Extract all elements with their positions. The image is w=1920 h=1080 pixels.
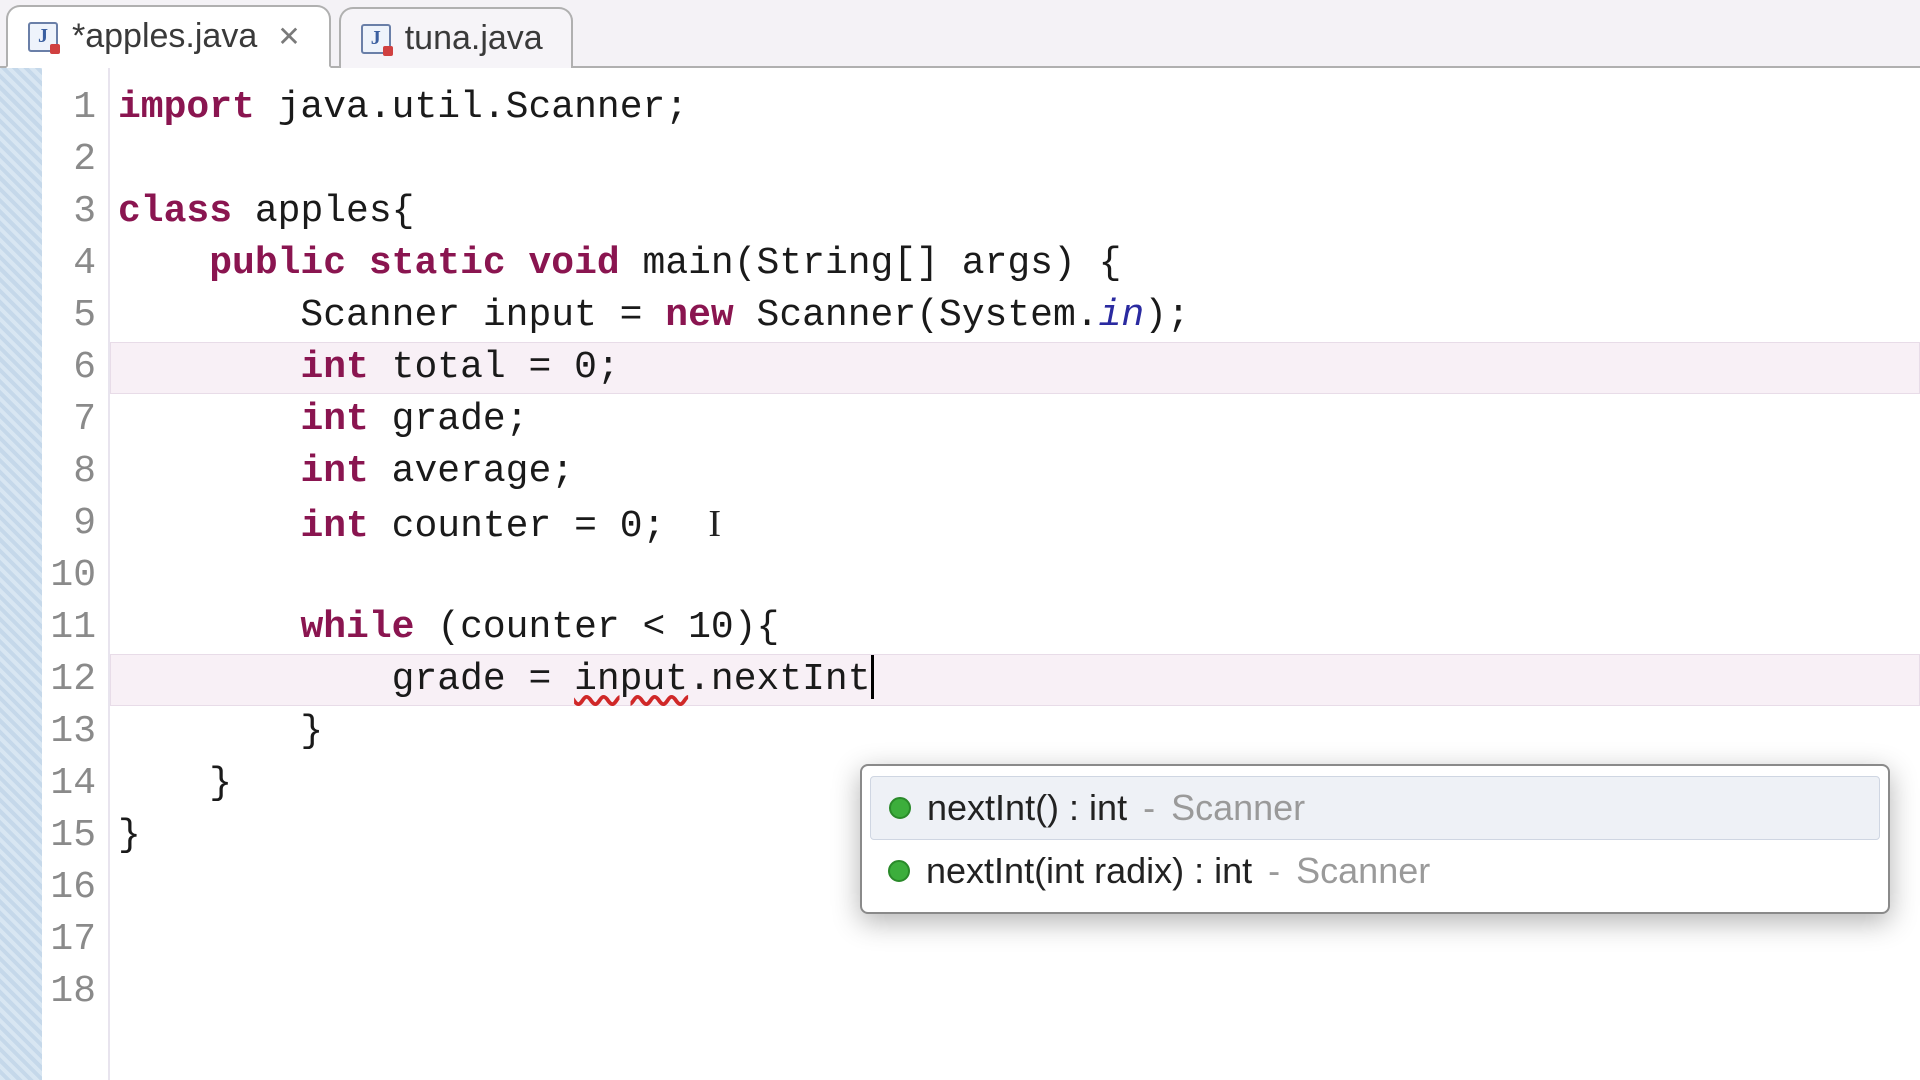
close-icon[interactable]: ✕ — [277, 20, 300, 53]
line-number: 1 — [0, 82, 108, 134]
line-number: 3 — [0, 186, 108, 238]
code-token — [118, 346, 300, 389]
method-public-icon — [888, 860, 910, 882]
line-number: 12 — [0, 654, 108, 706]
autocomplete-item[interactable]: nextInt() : int - Scanner — [870, 776, 1880, 840]
code-token: input — [574, 658, 688, 701]
line-gutter: 123456789101112131415161718 — [0, 68, 110, 1080]
line-number: 9 — [0, 498, 108, 550]
code-token: } — [118, 762, 232, 805]
line-number: 11 — [0, 602, 108, 654]
line-number: 4 — [0, 238, 108, 290]
code-token: grade; — [369, 398, 529, 441]
code-token: main(String[] args) { — [620, 242, 1122, 285]
code-line[interactable] — [110, 914, 1920, 966]
autocomplete-item[interactable]: nextInt(int radix) : int - Scanner — [870, 840, 1880, 902]
code-line[interactable]: while (counter < 10){ — [110, 602, 1920, 654]
java-file-icon: J — [28, 22, 58, 52]
code-token: import — [118, 86, 255, 129]
code-token: int — [300, 346, 368, 389]
line-number: 8 — [0, 446, 108, 498]
line-number: 7 — [0, 394, 108, 446]
code-token: counter = 0; — [369, 505, 665, 548]
code-line[interactable]: int counter = 0; I — [110, 498, 1920, 550]
code-token: } — [118, 814, 141, 857]
autocomplete-signature: nextInt() : int — [927, 787, 1127, 829]
java-file-icon: J — [361, 24, 391, 54]
autocomplete-separator: - — [1268, 850, 1280, 892]
code-token — [118, 606, 300, 649]
code-token: class — [118, 190, 232, 233]
code-token: Scanner input = — [118, 294, 665, 337]
code-token: in — [1099, 294, 1145, 337]
line-number: 16 — [0, 862, 108, 914]
line-number: 13 — [0, 706, 108, 758]
code-editor[interactable]: 123456789101112131415161718 import java.… — [0, 68, 1920, 1080]
code-token: int — [300, 398, 368, 441]
code-token: int — [300, 450, 368, 493]
code-token: void — [529, 242, 620, 285]
code-line[interactable]: public static void main(String[] args) { — [110, 238, 1920, 290]
autocomplete-separator: - — [1143, 787, 1155, 829]
code-token: static — [369, 242, 506, 285]
text-caret — [871, 655, 874, 699]
line-number: 17 — [0, 914, 108, 966]
code-line[interactable]: import java.util.Scanner; — [110, 82, 1920, 134]
code-line[interactable]: int average; — [110, 446, 1920, 498]
line-number: 14 — [0, 758, 108, 810]
code-token: while — [300, 606, 414, 649]
autocomplete-signature: nextInt(int radix) : int — [926, 850, 1252, 892]
code-token — [118, 398, 300, 441]
code-token: ); — [1144, 294, 1190, 337]
text-cursor-icon: I — [689, 498, 721, 550]
code-token: Scanner(System. — [734, 294, 1099, 337]
code-area[interactable]: import java.util.Scanner; class apples{ p… — [110, 68, 1920, 1080]
code-token — [118, 450, 300, 493]
code-token — [118, 242, 209, 285]
line-number: 10 — [0, 550, 108, 602]
code-token: grade = — [118, 658, 574, 701]
code-line[interactable] — [110, 134, 1920, 186]
line-number: 15 — [0, 810, 108, 862]
tab-label: *apples.java — [72, 17, 257, 56]
code-token: total = 0; — [369, 346, 620, 389]
code-token — [118, 505, 300, 548]
code-token: (counter < 10){ — [414, 606, 779, 649]
tab-1[interactable]: Jtuna.java — [339, 7, 573, 68]
code-token: average; — [369, 450, 574, 493]
code-line[interactable]: int grade; — [110, 394, 1920, 446]
method-public-icon — [889, 797, 911, 819]
code-line[interactable]: class apples{ — [110, 186, 1920, 238]
line-number: 18 — [0, 966, 108, 1018]
code-line[interactable]: Scanner input = new Scanner(System.in); — [110, 290, 1920, 342]
tab-label: tuna.java — [405, 19, 543, 58]
code-token — [506, 242, 529, 285]
line-number: 2 — [0, 134, 108, 186]
code-token: java.util.Scanner; — [255, 86, 688, 129]
code-token: public — [209, 242, 346, 285]
code-token: apples{ — [232, 190, 414, 233]
code-token — [346, 242, 369, 285]
code-token: int — [300, 505, 368, 548]
code-line[interactable] — [110, 550, 1920, 602]
tab-0[interactable]: J *apples.java ✕ — [6, 5, 331, 68]
tab-bar: J *apples.java ✕ Jtuna.java — [0, 0, 1920, 68]
code-token: } — [118, 710, 323, 753]
code-token: .nextInt — [688, 658, 870, 701]
code-line[interactable]: } — [110, 706, 1920, 758]
autocomplete-source: Scanner — [1171, 787, 1305, 829]
autocomplete-popup[interactable]: nextInt() : int - ScannernextInt(int rad… — [860, 764, 1890, 914]
code-token: new — [665, 294, 733, 337]
autocomplete-source: Scanner — [1296, 850, 1430, 892]
code-line[interactable]: int total = 0; — [110, 342, 1920, 394]
code-line[interactable] — [110, 966, 1920, 1018]
line-number: 6 — [0, 342, 108, 394]
code-line[interactable]: grade = input.nextInt — [110, 654, 1920, 706]
line-number: 5 — [0, 290, 108, 342]
